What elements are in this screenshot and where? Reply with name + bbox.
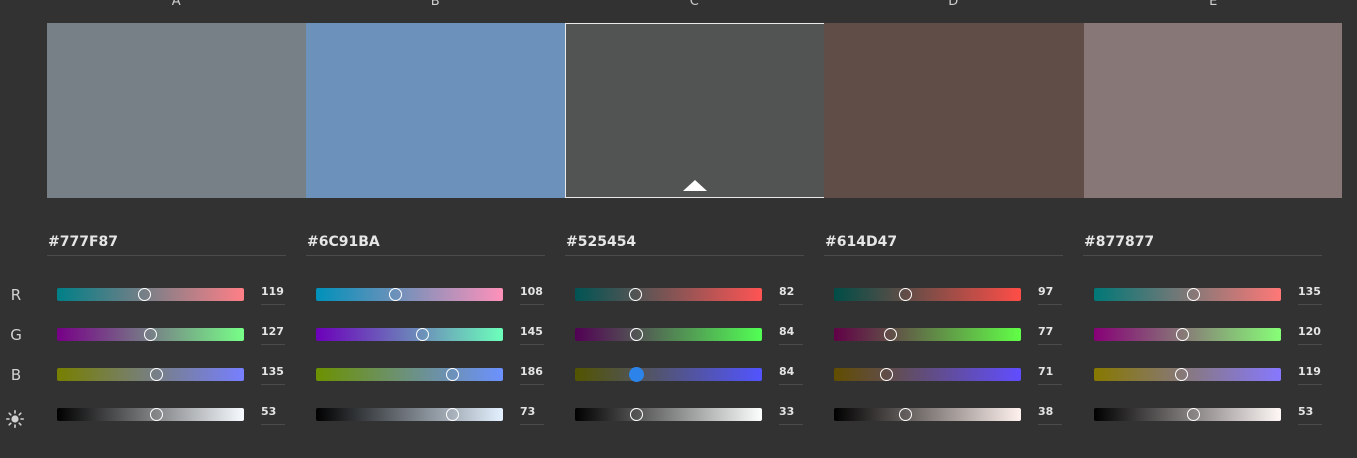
value-field-r-c[interactable]: 82 <box>779 285 803 305</box>
slider-g-d[interactable] <box>834 328 1021 341</box>
value-field-g-c[interactable]: 84 <box>779 325 803 345</box>
value-field-r-b[interactable]: 108 <box>520 285 544 305</box>
slider-r-c[interactable] <box>575 288 762 301</box>
slider-brightness-e[interactable] <box>1094 408 1281 421</box>
column-letter-c: C <box>689 0 700 9</box>
value-field-b-e[interactable]: 119 <box>1298 365 1322 385</box>
slider-handle[interactable] <box>628 288 642 301</box>
row-label-r: R <box>10 286 22 304</box>
color-swatch-a[interactable] <box>47 23 306 198</box>
slider-handle[interactable] <box>883 328 897 341</box>
value-field-brightness-b[interactable]: 73 <box>520 405 544 425</box>
row-label-g: G <box>10 326 22 344</box>
color-swatch-b[interactable] <box>306 23 565 198</box>
slider-handle[interactable] <box>1175 328 1189 341</box>
slider-g-c[interactable] <box>575 328 762 341</box>
value-field-b-b[interactable]: 186 <box>520 365 544 385</box>
column-letter-e: E <box>1209 0 1218 9</box>
slider-handle[interactable] <box>143 328 157 341</box>
value-field-g-a[interactable]: 127 <box>261 325 285 345</box>
slider-handle[interactable] <box>629 367 645 382</box>
slider-r-a[interactable] <box>57 288 244 301</box>
slider-handle[interactable] <box>879 368 893 381</box>
value-field-g-d[interactable]: 77 <box>1038 325 1062 345</box>
hex-field-b[interactable]: #6C91BA <box>306 232 545 256</box>
slider-handle[interactable] <box>149 408 163 421</box>
value-field-brightness-e[interactable]: 53 <box>1298 405 1322 425</box>
value-field-b-d[interactable]: 71 <box>1038 365 1062 385</box>
slider-handle[interactable] <box>137 288 151 301</box>
slider-brightness-a[interactable] <box>57 408 244 421</box>
row-label-b: B <box>10 366 22 384</box>
slider-brightness-b[interactable] <box>316 408 503 421</box>
column-letter-b: B <box>430 0 441 9</box>
slider-r-b[interactable] <box>316 288 503 301</box>
slider-b-d[interactable] <box>834 368 1021 381</box>
slider-handle[interactable] <box>1186 408 1200 421</box>
slider-handle[interactable] <box>630 408 644 421</box>
slider-b-e[interactable] <box>1094 368 1281 381</box>
value-field-brightness-d[interactable]: 38 <box>1038 405 1062 425</box>
value-field-g-b[interactable]: 145 <box>520 325 544 345</box>
slider-g-a[interactable] <box>57 328 244 341</box>
hex-field-d[interactable]: #614D47 <box>824 232 1063 256</box>
color-swatch-d[interactable] <box>824 23 1084 198</box>
value-field-brightness-c[interactable]: 33 <box>779 405 803 425</box>
value-field-g-e[interactable]: 120 <box>1298 325 1322 345</box>
slider-handle[interactable] <box>149 368 163 381</box>
value-field-brightness-a[interactable]: 53 <box>261 405 285 425</box>
slider-brightness-c[interactable] <box>575 408 762 421</box>
slider-r-e[interactable] <box>1094 288 1281 301</box>
slider-handle[interactable] <box>898 288 912 301</box>
slider-handle[interactable] <box>630 328 644 341</box>
value-field-r-e[interactable]: 135 <box>1298 285 1322 305</box>
slider-b-b[interactable] <box>316 368 503 381</box>
slider-handle[interactable] <box>898 408 912 421</box>
slider-b-a[interactable] <box>57 368 244 381</box>
color-swatch-e[interactable] <box>1084 23 1342 198</box>
hex-field-c[interactable]: #525454 <box>565 232 804 256</box>
slider-handle[interactable] <box>1174 368 1188 381</box>
selected-swatch-caret-icon <box>683 180 707 191</box>
value-field-r-a[interactable]: 119 <box>261 285 285 305</box>
value-field-r-d[interactable]: 97 <box>1038 285 1062 305</box>
value-field-b-c[interactable]: 84 <box>779 365 803 385</box>
brightness-icon <box>6 410 24 428</box>
column-letter-a: A <box>171 0 182 9</box>
slider-r-d[interactable] <box>834 288 1021 301</box>
slider-handle[interactable] <box>388 288 402 301</box>
slider-brightness-d[interactable] <box>834 408 1021 421</box>
value-field-b-a[interactable]: 135 <box>261 365 285 385</box>
slider-g-e[interactable] <box>1094 328 1281 341</box>
slider-handle[interactable] <box>446 408 459 421</box>
hex-field-a[interactable]: #777F87 <box>47 232 286 256</box>
slider-handle[interactable] <box>415 328 429 341</box>
slider-handle[interactable] <box>445 368 459 381</box>
slider-b-c[interactable] <box>575 367 762 382</box>
slider-g-b[interactable] <box>316 328 503 341</box>
color-swatch-c[interactable] <box>565 23 825 198</box>
slider-handle[interactable] <box>1186 288 1200 301</box>
hex-field-e[interactable]: #877877 <box>1083 232 1322 256</box>
column-letter-d: D <box>948 0 959 9</box>
